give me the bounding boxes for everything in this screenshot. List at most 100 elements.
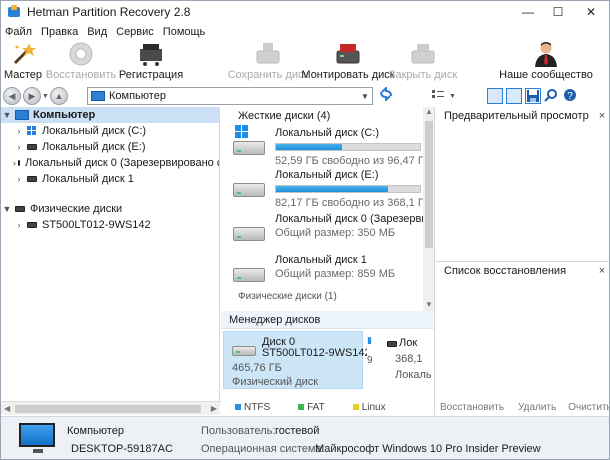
view-dropdown-icon[interactable]: ▼	[448, 93, 457, 100]
disk-item-c[interactable]: Локальный диск (C:) 52,59 ГБ свободно из…	[221, 125, 431, 169]
scrollbar-thumb[interactable]	[425, 121, 433, 248]
scroll-right-icon[interactable]: ▶	[211, 404, 217, 413]
minimize-button[interactable]: —	[513, 1, 543, 23]
disk-name: Локальный диск (E:)	[275, 169, 379, 181]
tree-horizontal-scrollbar[interactable]: ◀ ▶	[1, 401, 220, 415]
refresh-icon[interactable]	[379, 87, 393, 101]
computer-icon	[91, 91, 105, 101]
expand-icon[interactable]: ›	[13, 142, 25, 152]
disk-usage-bar	[275, 143, 421, 151]
delete-action-button[interactable]: Удалить	[518, 402, 556, 413]
toolbar: Мастер Восстановить Регистрация Сохранит…	[1, 41, 609, 85]
panel-layout-icon[interactable]	[487, 88, 503, 104]
close-disk-button[interactable]: Закрыть диск	[388, 41, 458, 85]
tree-item-disk-e[interactable]: › Локальный диск (E:)	[1, 139, 219, 155]
expand-icon[interactable]: ›	[13, 158, 16, 168]
mount-disk-icon	[336, 44, 360, 64]
hard-drive-icon	[233, 268, 265, 282]
restore-label: Восстановить	[45, 69, 117, 81]
close-restore-list-icon[interactable]: ×	[595, 265, 609, 277]
svg-text:?: ?	[567, 91, 573, 102]
magic-wand-icon	[13, 43, 36, 65]
save-disk-icon	[256, 43, 280, 64]
hard-drive-icon	[232, 346, 256, 356]
help-icon[interactable]: ?	[563, 88, 579, 104]
close-button[interactable]: ✕	[573, 1, 609, 23]
lifebuoy-icon	[69, 42, 93, 66]
tree-computer-label: Компьютер	[33, 109, 96, 121]
scroll-down-icon[interactable]: ▼	[423, 300, 434, 309]
search-icon[interactable]	[544, 88, 560, 104]
tree-item-disk-0[interactable]: › Локальный диск 0 (Зарезервировано си	[1, 155, 219, 171]
preview-panel-icon[interactable]	[506, 88, 522, 104]
scroll-up-icon[interactable]: ▲	[425, 107, 433, 116]
tree-item-disk-c[interactable]: › Локальный диск (C:)	[1, 123, 219, 139]
disk-list-panel: Жесткие диски (4) Локальный диск (C:) 52…	[221, 107, 435, 311]
filesystem-legend: NTFS FAT Linux	[221, 399, 434, 415]
menu-help[interactable]: Помощь	[163, 26, 206, 38]
scroll-left-icon[interactable]: ◀	[4, 404, 10, 413]
tree-item-physical-disk[interactable]: › ST500LT012-9WS142	[1, 217, 219, 233]
disk-free-space: 82,17 ГБ свободно из 368,1 ГБ	[275, 197, 431, 209]
close-preview-icon[interactable]: ×	[595, 110, 609, 122]
menu-view[interactable]: Вид	[87, 26, 107, 38]
app-logo-icon	[7, 5, 21, 19]
status-os-value: Майкрософт Windows 10 Pro Insider Previe…	[315, 443, 541, 455]
right-panels: Предварительный просмотр × Список восста…	[436, 107, 609, 415]
tree-item-label: Локальный диск (E:)	[42, 141, 146, 153]
register-button[interactable]: Регистрация	[117, 41, 185, 85]
menu-edit[interactable]: Правка	[41, 26, 78, 38]
restore-button[interactable]: Восстановить	[45, 41, 117, 85]
drive-icon	[15, 206, 25, 212]
community-button[interactable]: Наше сообщество	[499, 41, 593, 85]
disk-name: Локальный диск 1	[275, 254, 367, 266]
save-icon[interactable]	[525, 88, 541, 104]
tree-gap	[1, 187, 219, 201]
hard-drive-icon	[233, 227, 265, 241]
back-button[interactable]: ◀	[3, 87, 21, 105]
tree-item-disk-1[interactable]: › Локальный диск 1	[1, 171, 219, 187]
partition-card[interactable]: ▮ 9 Лок 368,1 Локаль	[367, 331, 434, 389]
forward-button[interactable]: ▶	[23, 87, 41, 105]
expand-icon[interactable]: ›	[13, 220, 25, 230]
chevron-down-icon[interactable]: ▼	[358, 92, 372, 101]
disk-free-space: 52,59 ГБ свободно из 96,47 ГБ	[275, 155, 431, 167]
status-user-label: Пользователь:	[201, 425, 276, 437]
clear-list-button[interactable]: Очистить спис	[568, 402, 609, 413]
menu-service[interactable]: Сервис	[116, 26, 154, 38]
preview-header: Предварительный просмотр ×	[436, 107, 609, 125]
preview-title: Предварительный просмотр	[444, 110, 589, 122]
scrollbar-thumb[interactable]	[15, 405, 201, 413]
history-dropdown-icon[interactable]: ▼	[41, 93, 50, 100]
close-disk-label: Закрыть диск	[388, 69, 458, 81]
legend-swatch	[235, 404, 241, 410]
register-cart-icon	[140, 44, 162, 66]
mount-disk-button[interactable]: Монтировать диск	[301, 41, 395, 85]
window-title: Hetman Partition Recovery 2.8	[27, 5, 191, 19]
partition-name: Лок	[399, 337, 418, 349]
mount-disk-label: Монтировать диск	[301, 69, 395, 81]
restore-action-button[interactable]: Восстановить	[440, 402, 504, 413]
disk-item-0[interactable]: Локальный диск 0 (Зарезервирова Общий ра…	[221, 211, 434, 255]
view-mode-icon[interactable]	[431, 88, 445, 104]
address-bar[interactable]: Компьютер ▼	[87, 87, 373, 105]
wizard-label: Мастер	[3, 69, 43, 81]
expand-icon[interactable]: ›	[13, 126, 25, 136]
wizard-button[interactable]: Мастер	[1, 41, 45, 85]
physical-disks-header[interactable]: Физические диски (1)	[221, 289, 337, 303]
tree-item-physical-disks[interactable]: ▼ Физические диски	[1, 201, 219, 217]
disk-item-e[interactable]: Локальный диск (E:) 82,17 ГБ свободно из…	[221, 167, 431, 211]
collapse-icon[interactable]: ▼	[1, 110, 13, 120]
tree-item-computer[interactable]: ▼ Компьютер	[1, 107, 219, 123]
collapse-icon[interactable]: ▼	[1, 204, 13, 214]
partition-marker-icon: ▮	[367, 335, 372, 345]
save-disk-button[interactable]: Сохранить диск	[228, 41, 308, 85]
disk-list-scrollbar[interactable]: ▲ ▼	[423, 107, 434, 311]
menu-file[interactable]: Файл	[5, 26, 32, 38]
maximize-button[interactable]: ☐	[543, 1, 573, 23]
hard-disks-header[interactable]: Жесткие диски (4)	[221, 107, 434, 125]
physical-disk-card[interactable]: Диск 0 ST500LT012-9WS142 465,76 ГБ Физич…	[223, 331, 371, 389]
up-button[interactable]: ▲	[50, 87, 68, 105]
expand-icon[interactable]: ›	[13, 174, 25, 184]
drive-icon	[27, 222, 37, 228]
